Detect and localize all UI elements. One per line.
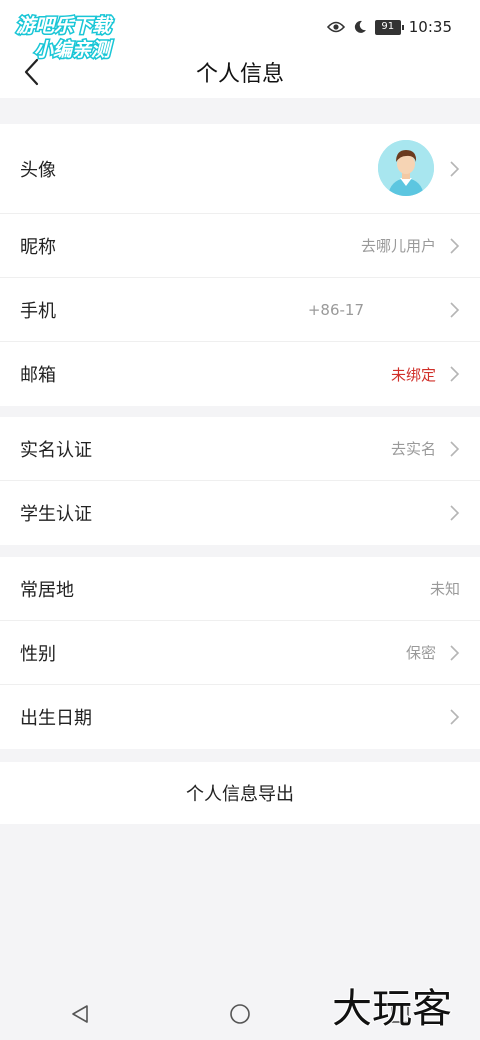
watermark-line1: 游吧乐下载 [16,15,114,37]
verification-group: 实名认证 去实名 学生认证 [0,417,480,545]
birthday-label: 出生日期 [20,708,92,729]
chevron-right-icon [450,505,460,521]
phone-value: +86-17 [307,300,364,319]
chevron-right-icon [450,709,460,725]
residence-row[interactable]: 常居地 未知 [0,557,480,621]
nav-back-icon [72,1005,88,1023]
watermark-line2: 小编亲测 [34,39,114,61]
moon-icon [353,20,367,34]
residence-label: 常居地 [20,579,74,601]
student-row[interactable]: 学生认证 [0,481,480,545]
phone-row[interactable]: 手机 +86-17 [0,278,480,342]
battery-icon: 91 [374,19,404,35]
email-row[interactable]: 邮箱 未绑定 [0,342,480,406]
gender-value: 保密 [405,644,436,662]
student-label: 学生认证 [20,504,92,525]
email-status-value: 未绑定 [390,365,436,384]
chevron-right-icon [450,160,460,177]
clock-time: 10:35 [408,18,452,36]
nav-back-button[interactable] [60,994,100,1034]
chevron-right-icon [450,366,460,382]
export-info-label: 个人信息导出 [186,784,294,805]
gender-row[interactable]: 性别 保密 [0,621,480,685]
watermark-logo-top: 游吧乐下载 小编亲测 [14,10,146,63]
status-indicators: 91 10:35 [326,16,452,38]
gender-label: 性别 [20,643,56,665]
nickname-label: 昵称 [20,236,56,258]
avatar-row[interactable]: 头像 [0,124,480,214]
chevron-right-icon [450,301,460,318]
chevron-right-icon [450,644,460,661]
eye-icon [326,20,345,34]
realname-label: 实名认证 [20,439,92,461]
avatar[interactable] [378,140,434,196]
export-info-button[interactable]: 个人信息导出 [0,762,480,824]
nav-home-icon [230,1004,250,1024]
nav-home-button[interactable] [220,994,260,1034]
chevron-right-icon [450,237,460,254]
chevron-right-icon [450,440,460,457]
basic-info-group: 头像 昵称 去哪儿用户 手机 +86-17 邮箱 未绑定 [0,124,480,406]
watermark-brand-text: 大玩客 [332,986,452,1032]
personal-details-group: 常居地 未知 性别 保密 出生日期 [0,557,480,749]
nickname-value: 去哪儿用户 [360,237,436,255]
residence-value: 未知 [429,580,460,598]
realname-row[interactable]: 实名认证 去实名 [0,417,480,481]
birthday-row[interactable]: 出生日期 [0,685,480,749]
avatar-label: 头像 [20,159,56,181]
realname-value: 去实名 [390,440,436,458]
watermark-logo-bottom: 大玩客 [328,980,470,1033]
phone-label: 手机 [20,300,56,322]
export-group: 个人信息导出 [0,762,480,824]
nickname-row[interactable]: 昵称 去哪儿用户 [0,214,480,278]
email-label: 邮箱 [20,365,56,386]
